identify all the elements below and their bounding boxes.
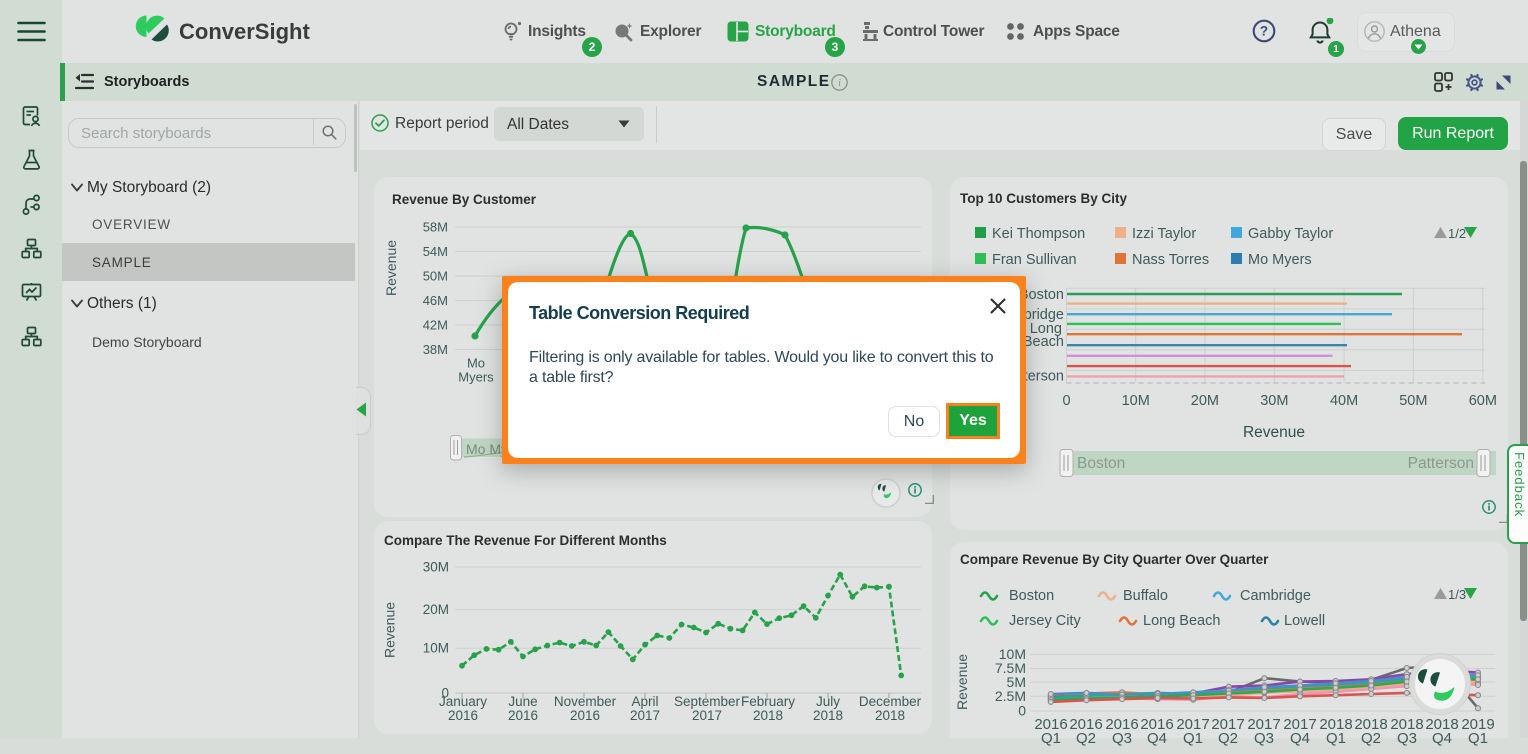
svg-text:Q3: Q3 <box>1112 730 1132 747</box>
svg-text:Fran Sullivan: Fran Sullivan <box>992 252 1077 268</box>
svg-text:Myers: Myers <box>458 370 494 385</box>
svg-text:Q2: Q2 <box>1218 730 1238 747</box>
svg-text:Boston: Boston <box>1077 455 1125 472</box>
svg-text:April: April <box>631 694 658 709</box>
svg-text:Cambridge: Cambridge <box>1240 588 1311 604</box>
svg-text:50M: 50M <box>1399 393 1427 409</box>
svg-text:Izzi Taylor: Izzi Taylor <box>1132 226 1196 242</box>
svg-text:2018: 2018 <box>875 708 905 723</box>
svg-text:July: July <box>816 694 840 709</box>
svg-text:Q4: Q4 <box>1147 730 1167 747</box>
svg-text:Kei Thompson: Kei Thompson <box>992 226 1085 242</box>
svg-text:Q3: Q3 <box>1397 730 1417 747</box>
svg-text:50M: 50M <box>423 269 448 284</box>
svg-text:2016: 2016 <box>448 708 478 723</box>
svg-text:November: November <box>554 694 617 709</box>
svg-text:30M: 30M <box>423 560 449 575</box>
svg-text:0: 0 <box>1062 393 1070 409</box>
svg-text:Q1: Q1 <box>1326 730 1346 747</box>
svg-text:Revenue: Revenue <box>1243 424 1305 441</box>
svg-text:0: 0 <box>1018 703 1026 719</box>
svg-text:Q1: Q1 <box>1468 730 1488 747</box>
svg-text:20M: 20M <box>423 602 449 617</box>
svg-text:30M: 30M <box>1260 393 1288 409</box>
svg-text:1/2: 1/2 <box>1448 226 1466 241</box>
svg-text:Lowell: Lowell <box>1284 613 1325 629</box>
svg-text:10M: 10M <box>423 641 449 656</box>
svg-text:2017: 2017 <box>630 708 660 723</box>
svg-text:40M: 40M <box>1330 393 1358 409</box>
svg-text:10M: 10M <box>1122 393 1150 409</box>
svg-text:February: February <box>741 694 795 709</box>
svg-text:54M: 54M <box>423 244 448 259</box>
svg-text:Long Beach: Long Beach <box>1143 613 1220 629</box>
svg-text:Patterson: Patterson <box>1408 455 1474 472</box>
svg-text:2016: 2016 <box>570 708 600 723</box>
svg-text:38M: 38M <box>423 342 448 357</box>
svg-text:2018: 2018 <box>813 708 843 723</box>
svg-text:2017: 2017 <box>692 708 722 723</box>
svg-text:Q2: Q2 <box>1076 730 1096 747</box>
svg-text:58M: 58M <box>423 220 448 235</box>
svg-text:Mo: Mo <box>467 356 485 371</box>
svg-text:i: i <box>838 78 841 89</box>
svg-text:Mo Myers: Mo Myers <box>1248 252 1312 268</box>
svg-text:42M: 42M <box>423 318 448 333</box>
svg-text:January: January <box>439 694 487 709</box>
svg-text:Revenue: Revenue <box>383 240 399 296</box>
svg-text:Q1: Q1 <box>1041 730 1061 747</box>
svg-text:Q1: Q1 <box>1183 730 1203 747</box>
svg-text:Buffalo: Buffalo <box>1123 588 1168 604</box>
svg-text:2016: 2016 <box>508 708 538 723</box>
svg-text:?: ? <box>1260 24 1268 39</box>
svg-text:2018: 2018 <box>753 708 783 723</box>
svg-text:46M: 46M <box>423 293 448 308</box>
svg-text:Q4: Q4 <box>1290 730 1310 747</box>
svg-text:20M: 20M <box>1191 393 1219 409</box>
svg-text:Revenue: Revenue <box>954 654 970 710</box>
svg-text:Boston: Boston <box>1009 588 1054 604</box>
svg-text:Q4: Q4 <box>1432 730 1452 747</box>
svg-text:Q2: Q2 <box>1361 730 1381 747</box>
svg-text:Jersey City: Jersey City <box>1009 613 1081 629</box>
svg-text:1/3: 1/3 <box>1448 587 1466 602</box>
svg-text:Q3: Q3 <box>1254 730 1274 747</box>
svg-text:Revenue: Revenue <box>382 602 398 658</box>
svg-text:September: September <box>674 694 741 709</box>
svg-text:60M: 60M <box>1469 393 1497 409</box>
svg-text:December: December <box>859 694 922 709</box>
svg-text:June: June <box>508 694 537 709</box>
svg-text:Gabby Taylor: Gabby Taylor <box>1248 226 1333 242</box>
svg-text:Beach: Beach <box>1023 334 1064 350</box>
svg-text:Nass Torres: Nass Torres <box>1132 252 1209 268</box>
